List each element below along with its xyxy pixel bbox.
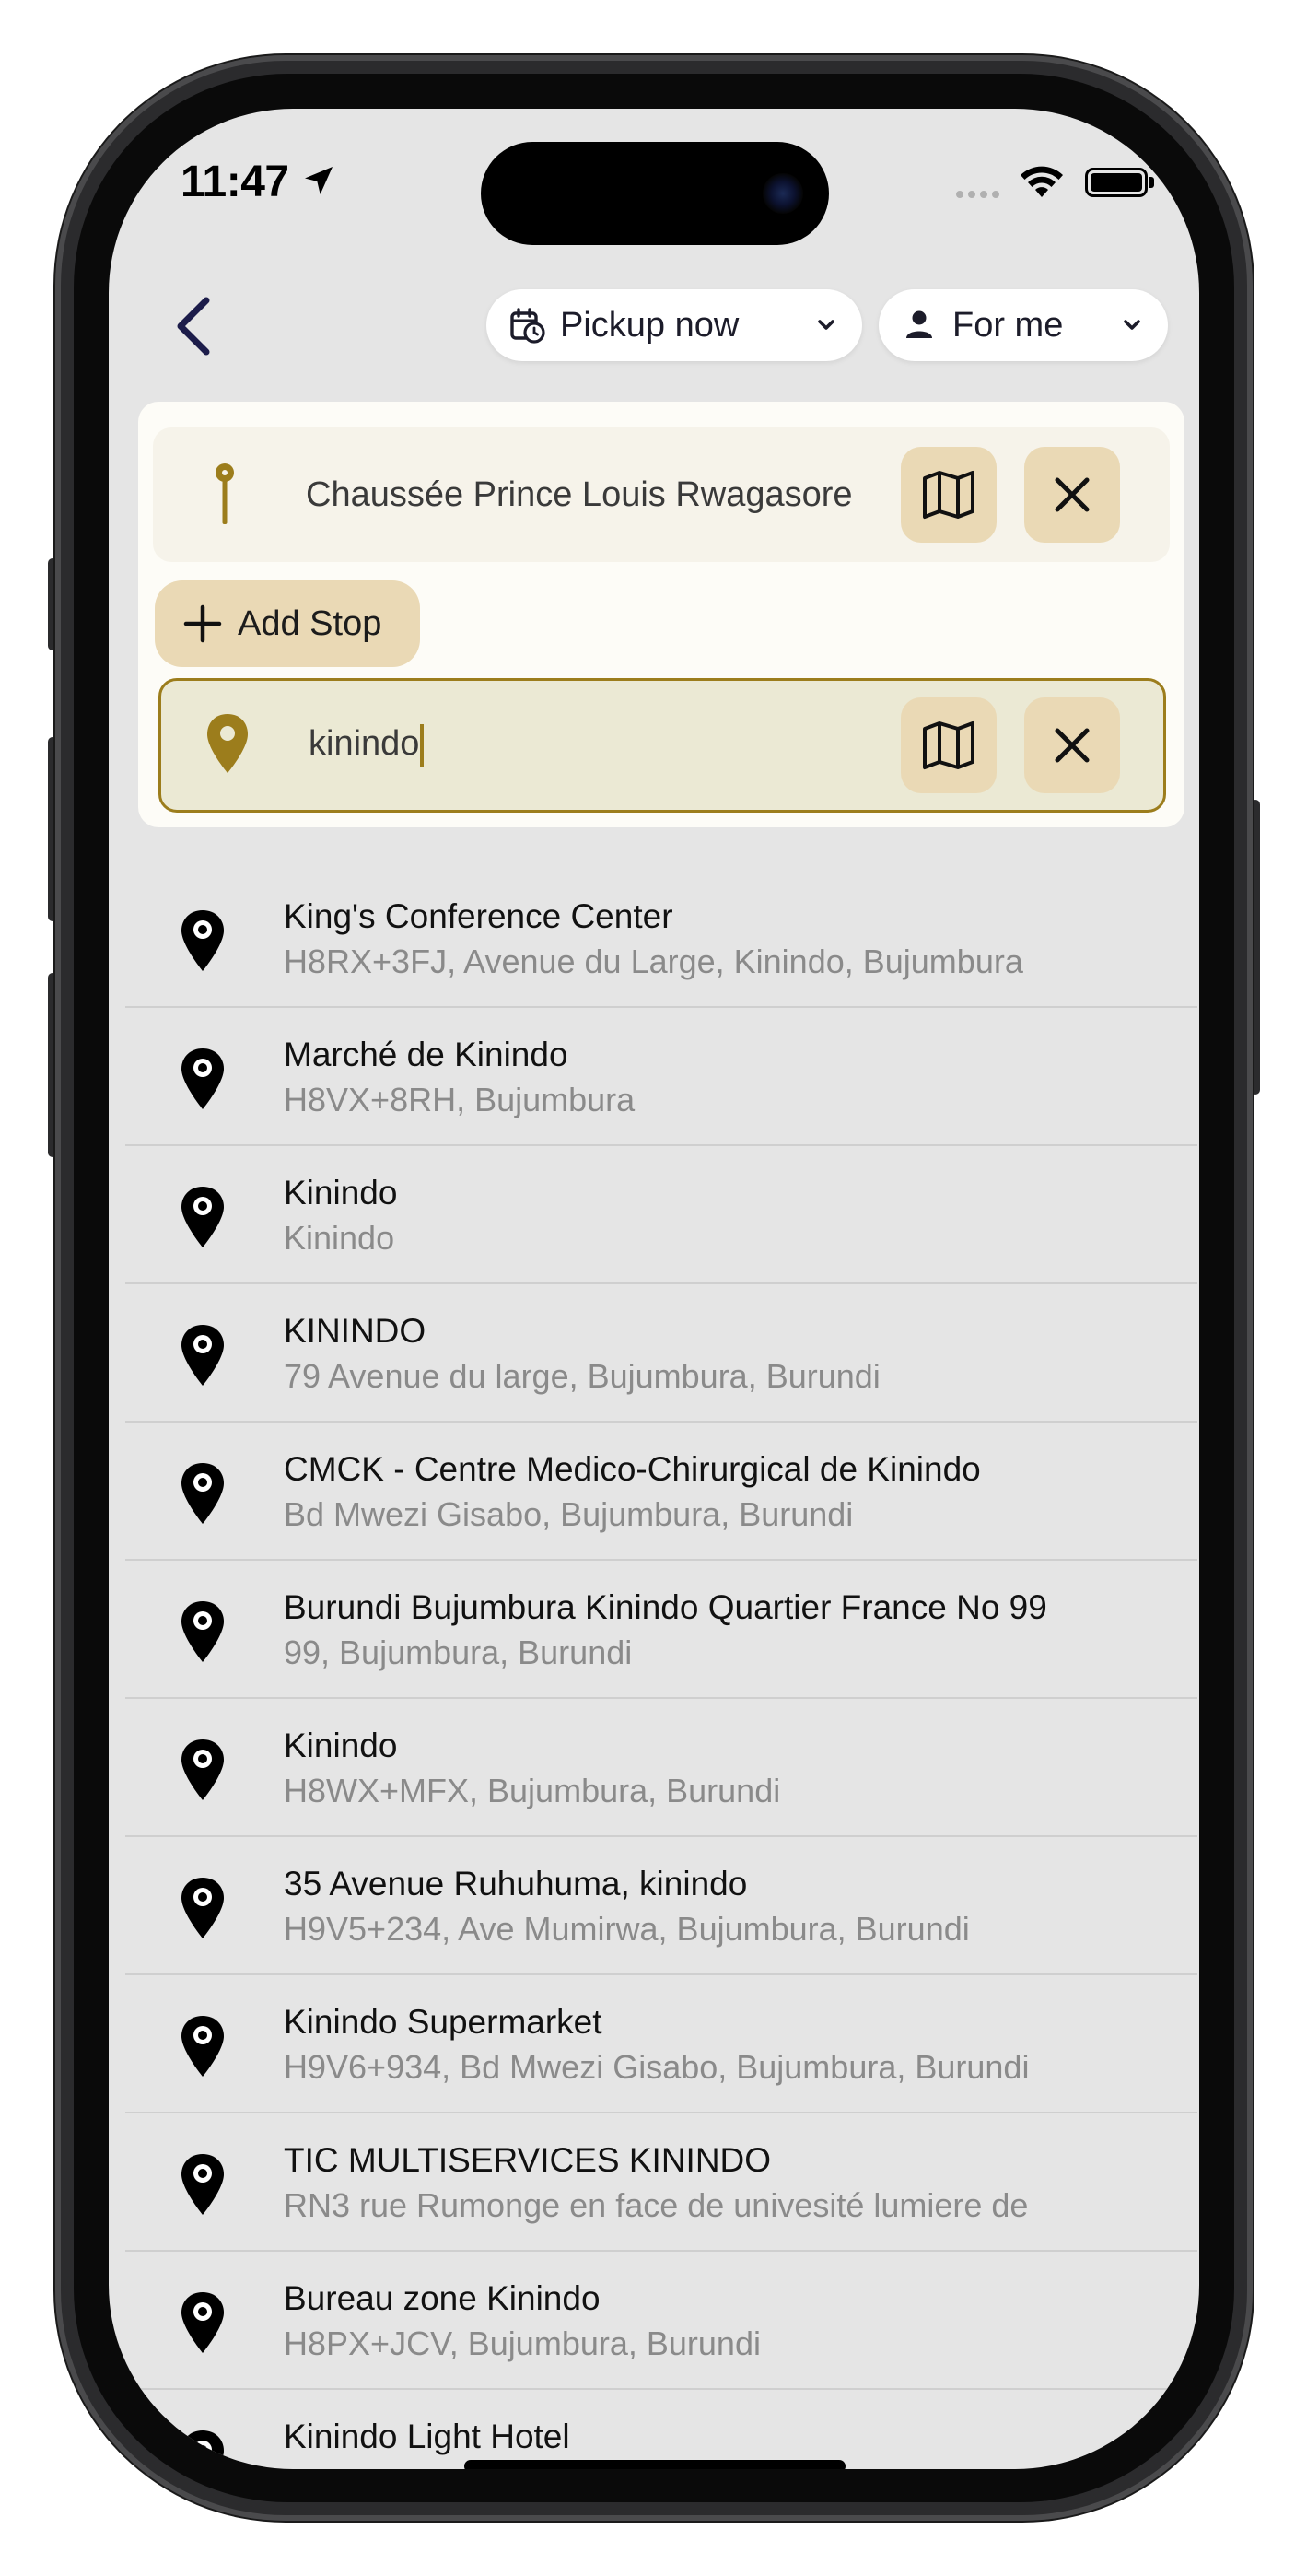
search-result-item[interactable]: King's Conference Center H8RX+3FJ, Avenu…	[125, 870, 1197, 1008]
origin-clear-button[interactable]	[1024, 447, 1120, 543]
map-pin-icon	[181, 2016, 224, 2077]
back-button[interactable]	[166, 289, 221, 363]
search-result-item[interactable]: Burundi Bujumbura Kinindo Quartier Franc…	[125, 1561, 1197, 1699]
map-pin-icon	[181, 910, 224, 971]
add-stop-button[interactable]: Add Stop	[155, 580, 420, 667]
calendar-clock-icon	[510, 308, 545, 344]
result-title: Bureau zone Kinindo	[284, 2279, 601, 2317]
status-time: 11:47	[181, 158, 289, 206]
map-icon	[923, 471, 974, 519]
search-result-item[interactable]: KININDO 79 Avenue du large, Bujumbura, B…	[125, 1284, 1197, 1423]
chevron-down-icon	[1124, 320, 1140, 330]
battery-icon	[1085, 168, 1148, 197]
result-title: King's Conference Center	[284, 897, 673, 935]
pin-needle-icon	[216, 463, 234, 524]
result-subtitle: H8PX+JCV, Bujumbura, Burundi	[284, 2324, 761, 2362]
result-title: TIC MULTISERVICES KININDO	[284, 2141, 772, 2179]
origin-field[interactable]: Chaussée Prince Louis Rwagasore	[153, 427, 1170, 562]
map-pin-icon	[181, 2430, 224, 2469]
search-result-item[interactable]: TIC MULTISERVICES KININDO RN3 rue Rumong…	[125, 2113, 1197, 2252]
map-pin-icon	[181, 1601, 224, 1662]
search-result-item[interactable]: Marché de Kinindo H8VX+8RH, Bujumbura	[125, 1008, 1197, 1146]
chevron-down-icon	[818, 320, 834, 330]
person-icon	[906, 310, 932, 338]
result-subtitle: Kinindo	[284, 1219, 395, 1257]
search-result-item[interactable]: CMCK - Centre Medico-Chirurgical de Kini…	[125, 1423, 1197, 1561]
result-title: 35 Avenue Ruhuhuma, kinindo	[284, 1865, 748, 1903]
destination-field[interactable]: kinindo	[158, 678, 1166, 813]
result-subtitle: 99, Bujumbura, Burundi	[284, 1633, 633, 1671]
home-indicator[interactable]	[464, 2460, 846, 2469]
front-camera	[763, 173, 803, 214]
map-pin-icon	[207, 714, 248, 773]
result-subtitle: Bd Mwezi Gisabo, Bujumbura, Burundi	[284, 1495, 854, 1533]
origin-map-button[interactable]	[901, 447, 997, 543]
destination-map-button[interactable]	[901, 697, 997, 793]
map-pin-icon	[181, 1739, 224, 1800]
result-subtitle: H8VX+8RH, Bujumbura	[284, 1081, 636, 1118]
map-pin-icon	[181, 1463, 224, 1524]
result-title: KININDO	[284, 1312, 426, 1350]
cellular-signal-icon	[956, 186, 1004, 203]
result-subtitle: H8RX+3FJ, Avenue du Large, Kinindo, Buju…	[284, 943, 1023, 980]
location-arrow-icon	[305, 167, 333, 194]
destination-input[interactable]: kinindo	[309, 724, 425, 767]
result-title: Kinindo Light Hotel	[284, 2418, 570, 2455]
map-pin-icon	[181, 1878, 224, 1938]
result-title: Kinindo Supermarket	[284, 2003, 602, 2041]
search-result-item[interactable]: Kinindo Light Hotel Avenue du large Ndam…	[125, 2390, 1197, 2469]
destination-clear-button[interactable]	[1024, 697, 1120, 793]
search-result-item[interactable]: Kinindo H8WX+MFX, Bujumbura, Burundi	[125, 1699, 1197, 1837]
result-subtitle: H8WX+MFX, Bujumbura, Burundi	[284, 1772, 781, 1809]
result-title: Kinindo	[284, 1727, 398, 1764]
result-subtitle: RN3 rue Rumonge en face de univesité lum…	[284, 2186, 1029, 2224]
destination-value: kinindo	[309, 724, 420, 764]
result-title: Burundi Bujumbura Kinindo Quartier Franc…	[284, 1588, 1047, 1626]
route-card: Chaussée Prince Louis Rwagasore Add Stop	[138, 402, 1184, 827]
search-result-item[interactable]: Bureau zone Kinindo H8PX+JCV, Bujumbura,…	[125, 2252, 1197, 2390]
map-icon	[923, 721, 974, 769]
add-stop-label: Add Stop	[238, 603, 382, 643]
rider-dropdown[interactable]: For me	[879, 289, 1168, 361]
origin-text: Chaussée Prince Louis Rwagasore	[306, 474, 853, 514]
wifi-icon	[1021, 166, 1063, 197]
dynamic-island	[481, 142, 829, 245]
search-results-list: King's Conference Center H8RX+3FJ, Avenu…	[125, 870, 1197, 2469]
search-result-item[interactable]: Kinindo Supermarket H9V6+934, Bd Mwezi G…	[125, 1975, 1197, 2113]
result-subtitle: 79 Avenue du large, Bujumbura, Burundi	[284, 1357, 881, 1395]
close-icon	[1055, 728, 1090, 763]
search-result-item[interactable]: Kinindo Kinindo	[125, 1146, 1197, 1284]
map-pin-icon	[181, 2292, 224, 2353]
app-screen: 11:47 Pickup now For me Chaussée Prince …	[109, 109, 1199, 2469]
result-subtitle: H9V6+934, Bd Mwezi Gisabo, Bujumbura, Bu…	[284, 2048, 1030, 2086]
result-title: Kinindo	[284, 1174, 398, 1212]
map-pin-icon	[181, 1187, 224, 1247]
pickup-time-dropdown[interactable]: Pickup now	[486, 289, 862, 361]
map-pin-icon	[181, 1325, 224, 1386]
pickup-time-label: Pickup now	[560, 305, 740, 345]
search-result-item[interactable]: 35 Avenue Ruhuhuma, kinindo H9V5+234, Av…	[125, 1837, 1197, 1975]
result-title: Marché de Kinindo	[284, 1036, 568, 1073]
result-title: CMCK - Centre Medico-Chirurgical de Kini…	[284, 1450, 981, 1488]
rider-label: For me	[952, 305, 1064, 345]
close-icon	[1055, 477, 1090, 512]
plus-icon	[183, 604, 222, 643]
result-subtitle: H9V5+234, Ave Mumirwa, Bujumbura, Burund…	[284, 1910, 970, 1948]
map-pin-icon	[181, 2154, 224, 2215]
map-pin-icon	[181, 1048, 224, 1109]
battery-cap	[1149, 177, 1154, 188]
text-cursor	[420, 724, 425, 767]
